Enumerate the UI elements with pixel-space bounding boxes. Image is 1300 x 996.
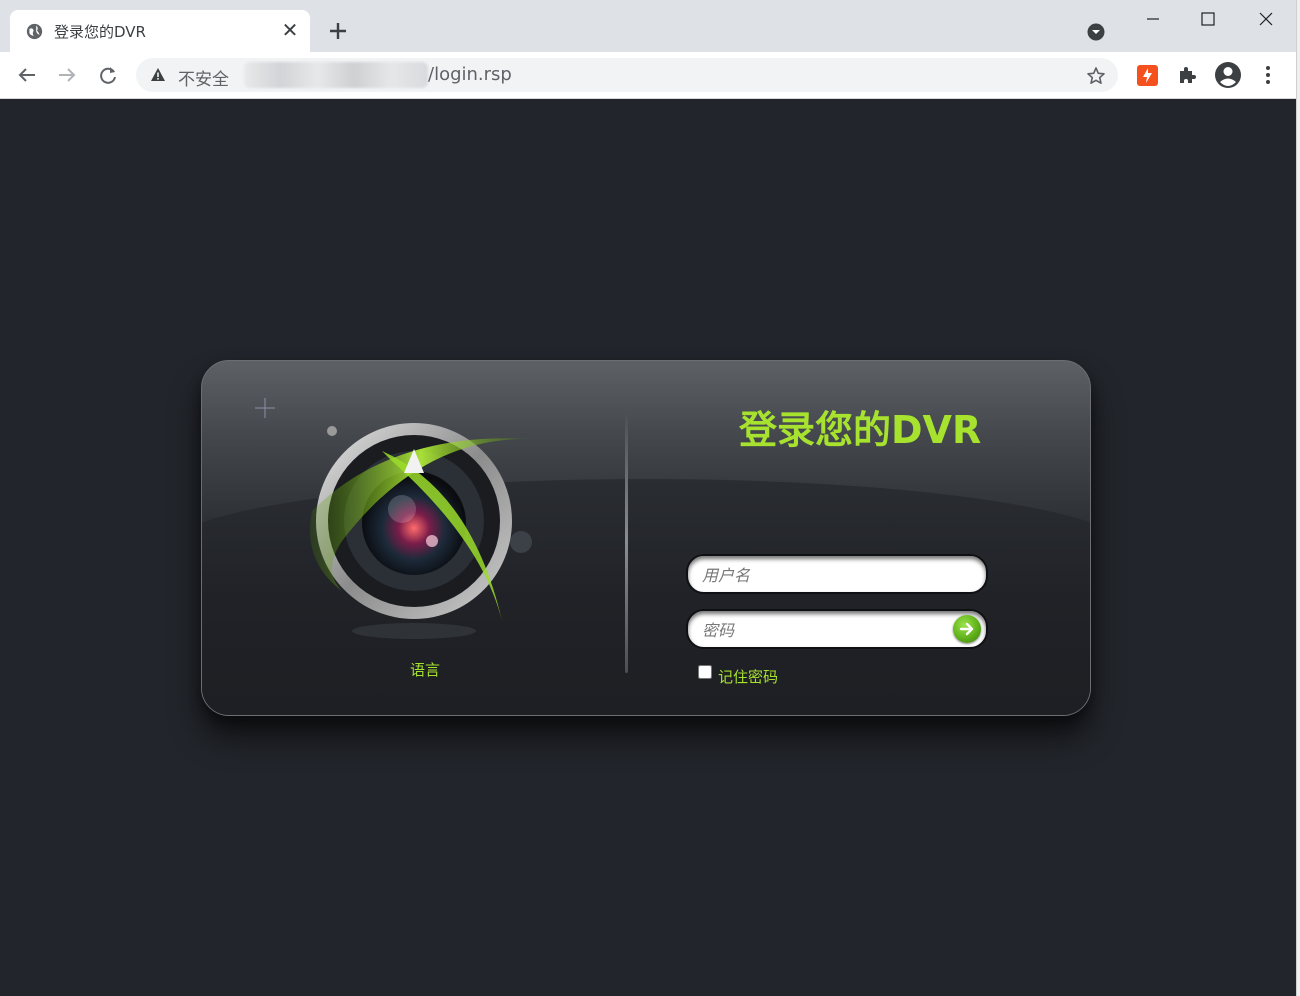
puzzle-icon[interactable] (1176, 64, 1198, 86)
login-panel: 语言 登录您的DVR 记住密码 (201, 360, 1091, 716)
browser-toolbar: 不安全 /login.rsp (0, 52, 1296, 99)
page-body: 语言 登录您的DVR 记住密码 (0, 99, 1296, 996)
maximize-button[interactable] (1197, 8, 1219, 30)
password-field (686, 609, 988, 649)
warning-triangle-icon[interactable] (150, 67, 166, 83)
security-label[interactable]: 不安全 (178, 65, 229, 90)
tab-search-icon[interactable] (1087, 23, 1105, 41)
star-icon[interactable] (1086, 66, 1106, 86)
password-input[interactable] (700, 617, 944, 643)
login-submit-button[interactable] (953, 615, 981, 643)
username-input[interactable] (700, 562, 944, 588)
minimize-button[interactable] (1142, 8, 1164, 30)
reload-button[interactable] (97, 64, 119, 86)
url-text[interactable]: /login.rsp (428, 64, 512, 85)
remember-checkbox[interactable] (698, 665, 712, 679)
browser-tab[interactable]: 登录您的DVR ✕ (10, 10, 310, 52)
language-link[interactable]: 语言 (410, 659, 440, 680)
remember-label[interactable]: 记住密码 (718, 666, 778, 687)
new-tab-button[interactable] (326, 19, 350, 43)
extension-lightning-icon[interactable] (1137, 65, 1158, 86)
back-button[interactable] (16, 64, 38, 86)
window-close-button[interactable] (1255, 8, 1277, 30)
url-redacted (244, 62, 428, 88)
address-bar[interactable]: 不安全 /login.rsp (136, 58, 1118, 92)
globe-icon (26, 23, 43, 40)
forward-button[interactable] (56, 64, 78, 86)
green-arrow-icon (959, 622, 974, 636)
username-field (686, 554, 988, 594)
login-title: 登录您的DVR (739, 408, 982, 452)
tab-close-button[interactable]: ✕ (280, 20, 300, 40)
kebab-menu-icon[interactable] (1258, 64, 1278, 86)
account-circle-icon[interactable] (1214, 61, 1242, 89)
browser-tabstrip: 登录您的DVR ✕ (0, 0, 1296, 52)
camera-lens-logo (255, 398, 532, 639)
tab-title: 登录您的DVR (54, 23, 146, 41)
panel-divider (625, 411, 628, 673)
background-window-edge (1296, 0, 1300, 996)
